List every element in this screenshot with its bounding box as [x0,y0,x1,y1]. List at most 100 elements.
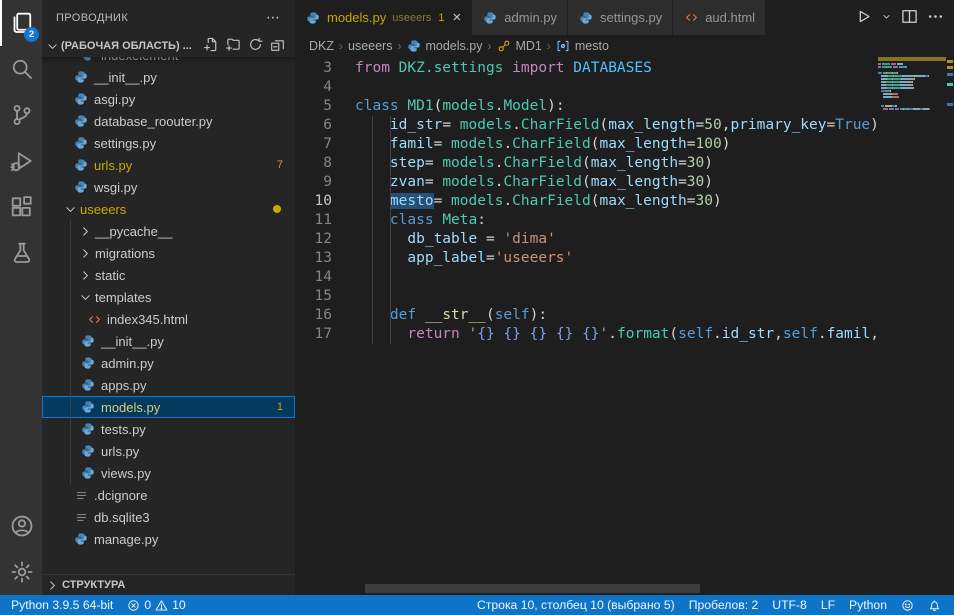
code-editor[interactable]: 34567891011121314151617 from DKZ.setting… [295,57,954,595]
tree-item-db.sqlite3[interactable]: db.sqlite3 [42,506,295,528]
tree-item-indexelement[interactable]: indexelement [42,57,295,66]
tree-item-settings.py[interactable]: settings.py [42,132,295,154]
tree-item-static[interactable]: static [42,264,295,286]
breadcrumb-separator: › [487,39,491,53]
tree-item-templates[interactable]: templates [42,286,295,308]
breadcrumb-item-models.py[interactable]: models.py [406,39,482,54]
run-dropdown-button[interactable] [881,10,892,25]
tree-item-database_roouter.py[interactable]: database_roouter.py [42,110,295,132]
python-icon [81,378,95,392]
tree-item-migrations[interactable]: migrations [42,242,295,264]
horizontal-scrollbar[interactable] [365,584,700,593]
tree-item-models.py[interactable]: models.py1 [42,396,295,418]
split-editor-button[interactable] [901,8,918,28]
code-line-13: app_label='useeers' [355,249,878,268]
tab-aud.html[interactable]: aud.html [673,0,766,35]
status-bar: Python 3.9.5 64-bit010 Строка 10, столбе… [0,595,954,615]
status-eol[interactable]: LF [814,598,842,612]
python-icon [579,11,593,25]
run-icon [855,8,872,25]
python-icon [81,356,95,370]
breadcrumb-item-useeers[interactable]: useeers [348,39,392,53]
status-problems[interactable]: 010 [120,598,192,612]
folder-twistie [79,225,93,238]
outline-section-header[interactable]: СТРУКТУРА [42,574,295,595]
breadcrumb-separator: › [547,39,551,53]
code-line-17: return '{} {} {} {} {}'.format(self.id_s… [355,325,878,344]
activity-item-testing[interactable] [0,230,42,276]
collapse-button[interactable] [270,37,285,55]
tab-models.py[interactable]: models.pyuseeers1× [295,0,472,35]
tree-item-__init__.py[interactable]: __init__.py [42,66,295,88]
status-python-interpreter[interactable]: Python 3.9.5 64-bit [4,598,120,612]
workspace-section-header[interactable]: (РАБОЧАЯ ОБЛАСТЬ) ... [42,35,295,57]
status-notifications[interactable] [921,599,948,612]
activity-item-run-debug[interactable] [0,138,42,184]
breadcrumb-item-mesto[interactable]: mesto [556,39,609,54]
run-button[interactable] [855,8,872,28]
tab-settings.py[interactable]: settings.py [568,0,673,35]
activity-item-source-control[interactable] [0,92,42,138]
feedback-icon [901,599,914,612]
tree-item-tests.py[interactable]: tests.py [42,418,295,440]
bell-icon [928,599,941,612]
tree-item-urls.py[interactable]: urls.py7 [42,154,295,176]
new-folder-button[interactable] [226,37,241,55]
views-more-actions-icon[interactable]: ⋯ [266,9,281,26]
breadcrumb-item-MD1[interactable]: MD1 [496,39,541,54]
tree-item-apps.py[interactable]: apps.py [42,374,295,396]
status-feedback[interactable] [894,599,921,612]
status-encoding[interactable]: UTF-8 [765,598,814,612]
tree-item-useeers[interactable]: useeers [42,198,295,220]
activity-item-accounts[interactable] [0,503,42,549]
tree-item-index345.html[interactable]: index345.html [42,308,295,330]
activity-item-search[interactable] [0,46,42,92]
tree-item-.dcignore[interactable]: .dcignore [42,484,295,506]
tree-item-views.py[interactable]: views.py [42,462,295,484]
python-file-icon [80,443,96,459]
minimap-line [878,75,946,77]
activity-item-extensions[interactable] [0,184,42,230]
activity-item-settings[interactable] [0,549,42,595]
breadcrumb-item-DKZ[interactable]: DKZ [309,39,334,53]
python-icon [74,114,88,128]
tree-item-manage.py[interactable]: manage.py [42,528,295,550]
tree-item-__init__.py[interactable]: __init__.py [42,330,295,352]
new-file-button[interactable] [204,37,219,55]
code-line-16: def __str__(self): [355,306,878,325]
folder-twistie [64,203,78,216]
tree-item-wsgi.py[interactable]: wsgi.py [42,176,295,198]
tree-item-urls.py[interactable]: urls.py [42,440,295,462]
problem-badge: 1 [277,401,283,413]
status-language-mode[interactable]: Python [842,598,894,612]
sidebar-title-row: ПРОВОДНИК ⋯ [42,0,295,35]
close-icon[interactable]: × [453,10,462,25]
code-line-15 [355,287,878,306]
line-number: 14 [295,268,349,287]
python-file-icon [73,531,89,547]
python-icon [81,57,95,62]
tree-item-__pycache__[interactable]: __pycache__ [42,220,295,242]
more-actions-button[interactable] [927,8,944,28]
status-indentation[interactable]: Пробелов: 2 [682,598,766,612]
workspace-section-label: (РАБОЧАЯ ОБЛАСТЬ) ... [61,40,192,52]
tab-admin.py[interactable]: admin.py [472,0,568,35]
code-line-7: famil= models.CharField(max_length=100) [355,135,878,154]
activity-item-explorer[interactable]: 2 [0,0,42,46]
chev-right-icon [46,579,59,592]
account-icon [10,514,34,538]
chev-sm-icon [881,11,892,22]
python-file-icon [80,421,96,437]
minimap-line [878,96,946,98]
minimap-line [878,72,946,74]
minimap[interactable] [878,57,946,595]
tree-item-asgi.py[interactable]: asgi.py [42,88,295,110]
folder-twistie [79,291,93,304]
refresh-button[interactable] [248,37,263,55]
code-line-5: class MD1(models.Model): [355,97,878,116]
status-cursor-position[interactable]: Строка 10, столбец 10 (выбрано 5) [470,598,682,612]
tree-item-admin.py[interactable]: admin.py [42,352,295,374]
overview-mark [947,73,953,76]
python-icon [81,400,95,414]
indent-guide [390,116,391,344]
